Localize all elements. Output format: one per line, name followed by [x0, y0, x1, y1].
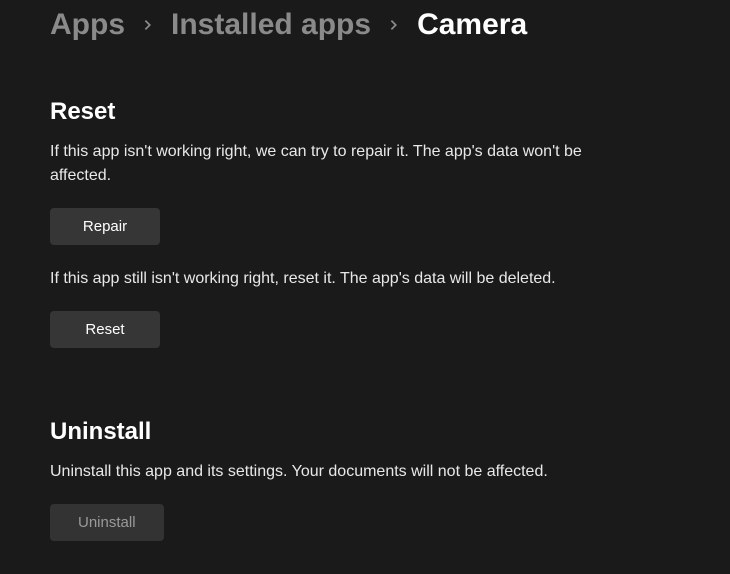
uninstall-button[interactable]: Uninstall: [50, 504, 164, 541]
repair-description: If this app isn't working right, we can …: [50, 140, 610, 188]
repair-button[interactable]: Repair: [50, 208, 160, 245]
breadcrumb-current: Camera: [417, 8, 527, 42]
chevron-right-icon: [387, 18, 401, 32]
breadcrumb-apps[interactable]: Apps: [50, 8, 125, 42]
reset-button[interactable]: Reset: [50, 311, 160, 348]
reset-title: Reset: [50, 98, 680, 126]
breadcrumb: Apps Installed apps Camera: [50, 8, 680, 42]
uninstall-section: Uninstall Uninstall this app and its set…: [50, 418, 680, 563]
chevron-right-icon: [141, 18, 155, 32]
breadcrumb-installed-apps[interactable]: Installed apps: [171, 8, 371, 42]
uninstall-description: Uninstall this app and its settings. You…: [50, 460, 610, 484]
uninstall-title: Uninstall: [50, 418, 680, 446]
reset-section: Reset If this app isn't working right, w…: [50, 98, 680, 370]
reset-description: If this app still isn't working right, r…: [50, 267, 610, 291]
